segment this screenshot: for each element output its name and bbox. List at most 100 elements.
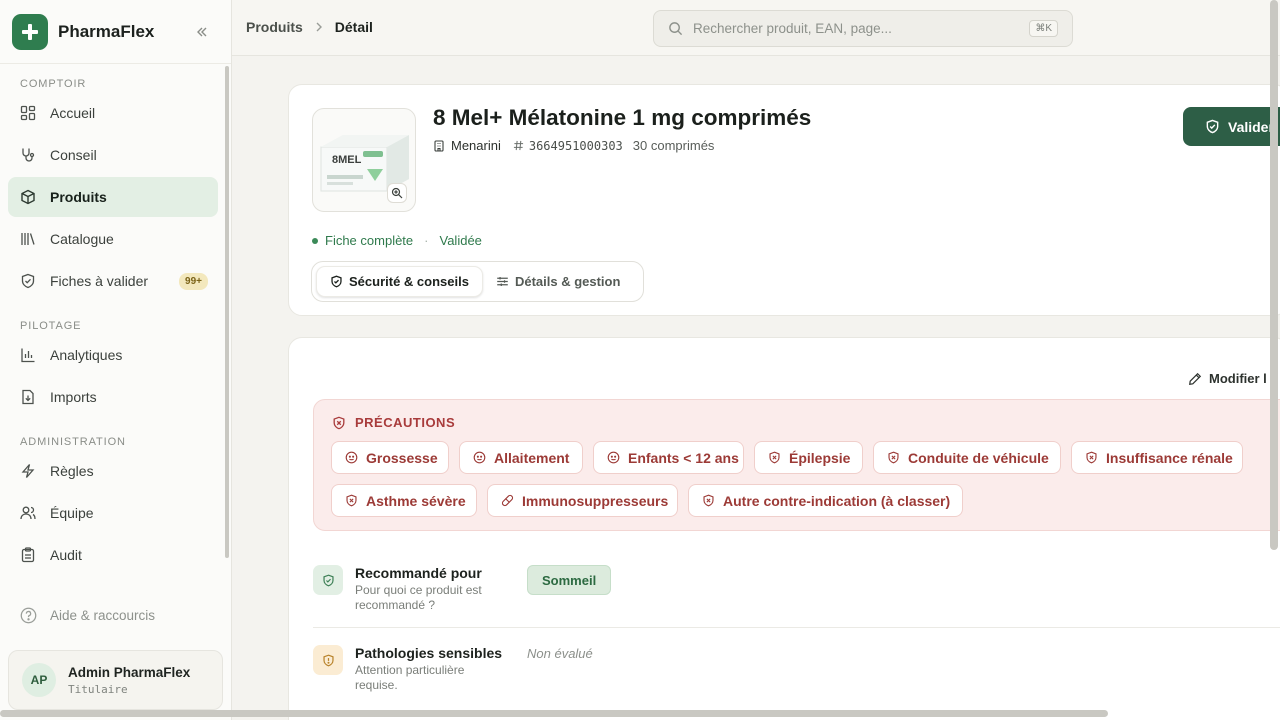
chip-label: Insuffisance rénale — [1106, 449, 1233, 466]
page-horizontal-scrollbar[interactable] — [0, 710, 1108, 717]
shield-x-icon — [703, 494, 714, 507]
chip-enfants[interactable]: Enfants < 12 ans — [593, 441, 744, 474]
chip-label: Immunosuppresseurs — [522, 492, 669, 509]
search-icon — [669, 22, 683, 36]
search-input[interactable]: Rechercher produit, EAN, page... ⌘K — [653, 10, 1073, 47]
collapse-sidebar-icon[interactable] — [193, 23, 211, 41]
sidebar-item-accueil[interactable]: Accueil — [8, 93, 218, 133]
shield-x-icon — [333, 416, 345, 429]
quantity: 30 comprimés — [632, 138, 715, 153]
stethoscope-icon — [22, 148, 35, 162]
sidebar-item-equipe[interactable]: Équipe — [8, 493, 218, 533]
breadcrumb-detail: Détail — [334, 19, 373, 35]
sidebar-item-label: Conseil — [50, 147, 97, 163]
recommended-row: Recommandé pour Pour quoi ce produit est… — [313, 565, 495, 613]
sidebar-item-analytiques[interactable]: Analytiques — [8, 335, 218, 375]
box-icon — [21, 189, 35, 205]
sidebar-item-conseil[interactable]: Conseil — [8, 135, 218, 175]
section-comptoir: COMPTOIR — [20, 78, 87, 90]
recommended-title: Recommandé pour — [355, 565, 482, 581]
user-name: Admin PharmaFlex — [68, 664, 191, 680]
divider — [313, 627, 1280, 628]
precautions-heading: PRÉCAUTIONS — [332, 415, 455, 430]
tab-securite-conseils[interactable]: Sécurité & conseils — [316, 266, 483, 297]
bolt-icon — [21, 464, 35, 478]
pathologies-title: Pathologies sensibles — [355, 645, 503, 661]
chip-label: Grossesse — [366, 449, 438, 466]
help-link[interactable]: Aide & raccourcis — [20, 607, 155, 624]
product-image[interactable]: 8MEL — [312, 108, 416, 212]
sidebar-item-label: Équipe — [50, 505, 94, 521]
recommended-tag[interactable]: Sommeil — [527, 565, 612, 595]
shield-alert-icon — [313, 645, 343, 675]
chip-allaitement[interactable]: Allaitement — [459, 441, 583, 474]
topbar: Produits Détail Rechercher produit, EAN,… — [232, 0, 1280, 56]
sidebar-item-catalogue[interactable]: Catalogue — [8, 219, 218, 259]
precautions-title: PRÉCAUTIONS — [355, 415, 456, 430]
pathologies-value: Non évalué — [527, 646, 593, 661]
chip-autre-contre-indication[interactable]: Autre contre-indication (à classer) — [688, 484, 963, 517]
shield-icon — [21, 273, 35, 289]
sidebar-item-fiches-a-valider[interactable]: Fiches à valider 99+ — [8, 261, 218, 301]
status-badge: Validée — [439, 233, 482, 248]
sidebar-scrollbar[interactable] — [225, 66, 229, 558]
validate-button[interactable]: Valider — [1183, 107, 1280, 146]
bar-chart-icon — [21, 348, 35, 363]
chip-asthme[interactable]: Asthme sévère — [331, 484, 477, 517]
chip-grossesse[interactable]: Grossesse — [331, 441, 449, 474]
chip-label: Asthme sévère — [366, 492, 466, 509]
sidebar-item-label: Catalogue — [50, 231, 114, 247]
status-text: Fiche complète — [325, 233, 414, 248]
shortcut-hint: ⌘K — [1029, 20, 1058, 37]
baby-icon — [473, 451, 486, 464]
shield-check-icon — [1206, 119, 1219, 134]
user-role: Titulaire — [68, 682, 128, 696]
svg-text:8MEL: 8MEL — [332, 154, 362, 166]
logo-icon — [12, 13, 48, 50]
building-icon — [434, 139, 444, 152]
chip-label: Épilepsie — [789, 449, 851, 466]
baby-icon — [607, 451, 620, 464]
edit-label: Modifier l — [1209, 371, 1267, 386]
chevron-right-icon — [315, 19, 323, 35]
clipboard-icon — [21, 547, 35, 563]
product-title: 8 Mel+ Mélatonine 1 mg comprimés — [433, 105, 812, 130]
chip-immunosuppresseurs[interactable]: Immunosuppresseurs — [487, 484, 678, 517]
sidebar-item-imports[interactable]: Imports — [8, 377, 218, 417]
zoom-in-icon[interactable] — [387, 183, 407, 203]
safety-card: Modifier l PRÉCAUTIONS Grossesse Allaite… — [288, 337, 1280, 720]
help-icon — [20, 607, 37, 624]
section-administration: ADMINISTRATION — [20, 436, 126, 448]
shield-x-icon — [769, 451, 780, 464]
sidebar-item-label: Analytiques — [50, 347, 123, 363]
ean-code: 3664951000303 — [528, 138, 623, 153]
user-card[interactable]: AP Admin PharmaFlex Titulaire — [8, 650, 223, 710]
search-placeholder: Rechercher produit, EAN, page... — [693, 21, 892, 36]
pill-icon — [501, 494, 514, 507]
sidebar-item-label: Audit — [50, 547, 82, 563]
sidebar-item-produits[interactable]: Produits — [8, 177, 218, 217]
tab-label: Détails & gestion — [514, 274, 621, 289]
status-dot — [312, 237, 318, 244]
section-pilotage: PILOTAGE — [20, 320, 82, 332]
sidebar-item-label: Imports — [50, 389, 97, 405]
sidebar-item-regles[interactable]: Règles — [8, 451, 218, 491]
page-vertical-scrollbar[interactable] — [1270, 0, 1278, 550]
sidebar-item-label: Produits — [50, 189, 107, 205]
hash-icon — [513, 140, 523, 151]
tab-details-gestion[interactable]: Détails & gestion — [483, 266, 633, 297]
shield-x-icon — [888, 451, 899, 464]
breadcrumb-produits[interactable]: Produits — [246, 19, 303, 35]
chip-epilepsie[interactable]: Épilepsie — [754, 441, 863, 474]
status-line: Fiche complète · Validée — [312, 233, 482, 248]
separator-dot: · — [424, 233, 429, 248]
edit-button[interactable]: Modifier l — [1188, 371, 1267, 386]
help-label: Aide & raccourcis — [50, 608, 156, 623]
sidebar-item-audit[interactable]: Audit — [8, 535, 218, 575]
shield-x-icon — [346, 494, 357, 507]
chip-conduite[interactable]: Conduite de véhicule — [873, 441, 1061, 474]
shield-icon — [331, 275, 342, 288]
chip-insuffisance-renale[interactable]: Insuffisance rénale — [1071, 441, 1243, 474]
library-icon — [21, 233, 35, 245]
chip-label: Allaitement — [494, 449, 570, 466]
